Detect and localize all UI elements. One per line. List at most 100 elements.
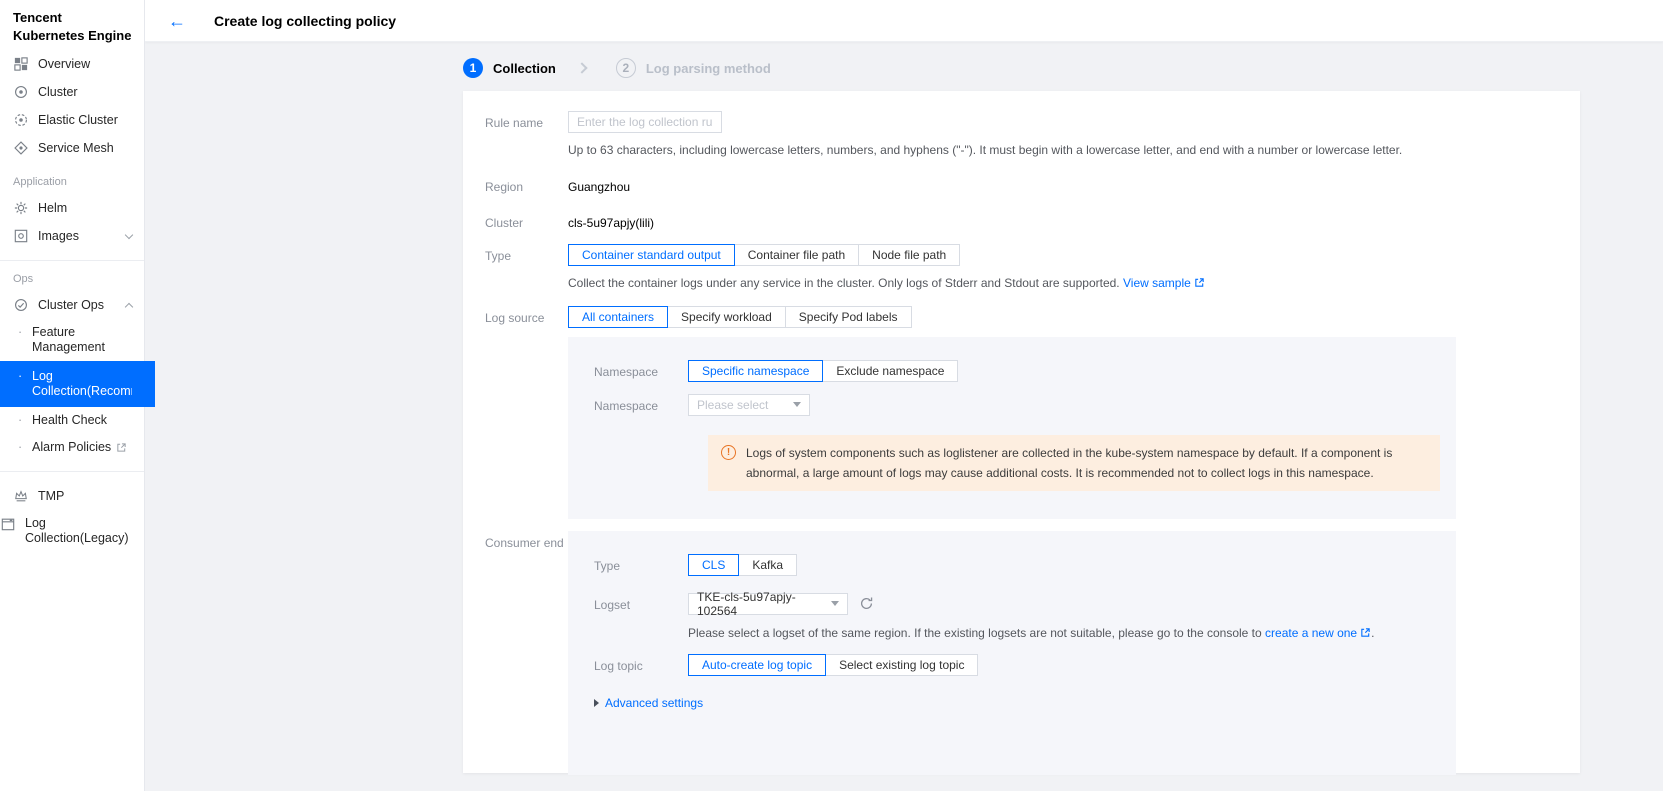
type-row: Type Container standard output Container… (485, 244, 1580, 292)
section-ops: Ops (0, 271, 144, 291)
sidebar-item-health-check[interactable]: Health Check (0, 407, 144, 434)
log-topic-label: Log topic (594, 654, 688, 673)
tab-kafka[interactable]: Kafka (739, 554, 797, 576)
rule-name-input[interactable] (568, 111, 722, 133)
sidebar-item-feature-management[interactable]: Feature Management (0, 319, 144, 361)
namespace-mode-tab-group: Specific namespace Exclude namespace (688, 360, 958, 382)
section-application: Application (0, 162, 144, 194)
product-title: Tencent Kubernetes Engine (0, 0, 144, 50)
cluster-ops-icon (13, 297, 29, 313)
caret-down-icon (831, 601, 839, 606)
tab-auto-create-log-topic[interactable]: Auto-create log topic (688, 654, 826, 676)
log-source-label: Log source (485, 306, 568, 325)
elastic-cluster-icon (13, 112, 29, 128)
consumer-panel: Type CLS Kafka Logset (568, 531, 1456, 775)
sidebar-item-images[interactable]: Images (0, 222, 144, 250)
region-label: Region (485, 179, 568, 194)
namespace-select-placeholder: Please select (697, 398, 768, 412)
sidebar-divider (0, 260, 144, 261)
cluster-icon (13, 84, 29, 100)
logset-select[interactable]: TKE-cls-5u97apjy-102564 (688, 593, 848, 615)
namespace-mode-label: Namespace (594, 360, 688, 379)
content-area: 1 Collection 2 Log parsing method Rule n… (145, 42, 1663, 791)
type-hint-text: Collect the container logs under any ser… (568, 276, 1123, 290)
sidebar-item-label: Alarm Policies (32, 440, 111, 455)
sidebar-item-cluster-ops[interactable]: Cluster Ops (0, 291, 144, 319)
tab-select-existing-log-topic[interactable]: Select existing log topic (826, 654, 978, 676)
sidebar-item-alarm-policies[interactable]: Alarm Policies (0, 434, 144, 461)
sidebar-item-label: Cluster Ops (38, 298, 104, 312)
tab-container-standard-output[interactable]: Container standard output (568, 244, 735, 266)
service-mesh-icon (13, 140, 29, 156)
log-source-tab-group: All containers Specify workload Specify … (568, 306, 1580, 328)
tab-specific-namespace[interactable]: Specific namespace (688, 360, 823, 382)
logset-hint-suffix: . (1371, 626, 1374, 640)
advanced-settings-label: Advanced settings (605, 696, 703, 710)
log-topic-tab-group: Auto-create log topic Select existing lo… (688, 654, 978, 676)
sidebar-item-label: Images (38, 229, 79, 243)
consumer-type-tab-group: CLS Kafka (688, 554, 797, 576)
sidebar-item-label: Log Collection(Legacy) (25, 516, 120, 546)
form-card: Rule name Up to 63 characters, including… (463, 91, 1580, 773)
sidebar-item-service-mesh[interactable]: Service Mesh (0, 134, 144, 162)
overview-grid-icon (13, 56, 29, 72)
namespace-select-row: Namespace Please select (594, 394, 1456, 416)
step-number: 2 (616, 58, 636, 78)
step-label: Collection (493, 61, 556, 76)
advanced-settings-toggle[interactable]: Advanced settings (594, 696, 1456, 710)
tab-specify-pod-labels[interactable]: Specify Pod labels (786, 306, 912, 328)
namespace-select-label: Namespace (594, 394, 688, 413)
sidebar-item-elastic-cluster[interactable]: Elastic Cluster (0, 106, 144, 134)
tab-all-containers[interactable]: All containers (568, 306, 668, 328)
page-header: ← Create log collecting policy (145, 0, 1663, 42)
logset-hint: Please select a logset of the same regio… (688, 625, 1374, 642)
sidebar-item-label: Elastic Cluster (38, 113, 118, 127)
tab-node-file-path[interactable]: Node file path (859, 244, 960, 266)
page: Tencent Kubernetes Engine Overview Clust… (0, 0, 1663, 791)
rule-name-label: Rule name (485, 111, 568, 130)
namespace-select[interactable]: Please select (688, 394, 810, 416)
step-collection: 1 Collection (463, 58, 556, 78)
main-area: ← Create log collecting policy 1 Collect… (145, 0, 1663, 791)
sidebar-item-overview[interactable]: Overview (0, 50, 144, 78)
log-legacy-icon (0, 516, 16, 532)
helm-icon (13, 200, 29, 216)
triangle-right-icon (594, 699, 599, 707)
logset-hint-prefix: Please select a logset of the same regio… (688, 626, 1265, 640)
logset-select-value: TKE-cls-5u97apjy-102564 (697, 590, 821, 618)
back-arrow-icon[interactable]: ← (168, 12, 186, 30)
wizard-steps: 1 Collection 2 Log parsing method (463, 53, 1663, 83)
refresh-icon[interactable] (859, 593, 874, 615)
tab-specify-workload[interactable]: Specify workload (668, 306, 786, 328)
namespace-mode-row: Namespace Specific namespace Exclude nam… (594, 360, 1456, 382)
sidebar: Tencent Kubernetes Engine Overview Clust… (0, 0, 145, 791)
caret-down-icon (793, 402, 801, 407)
log-topic-row: Log topic Auto-create log topic Select e… (594, 654, 1456, 676)
tab-exclude-namespace[interactable]: Exclude namespace (823, 360, 958, 382)
view-sample-link[interactable]: View sample (1123, 276, 1191, 290)
logset-label: Logset (594, 593, 688, 612)
external-link-icon[interactable] (1360, 627, 1371, 638)
sidebar-item-label: Service Mesh (38, 141, 114, 155)
sidebar-item-log-collection-recommended[interactable]: Log Collection(Recommended) (0, 361, 155, 407)
step-number: 1 (463, 58, 483, 78)
region-row: Region Guangzhou (485, 179, 1580, 194)
region-value: Guangzhou (568, 179, 1580, 194)
sidebar-item-cluster[interactable]: Cluster (0, 78, 144, 106)
sidebar-item-helm[interactable]: Helm (0, 194, 144, 222)
external-link-icon (116, 442, 127, 453)
external-link-icon[interactable] (1194, 277, 1205, 288)
step-chevron-icon (576, 62, 587, 73)
step-label: Log parsing method (646, 61, 771, 76)
sidebar-item-label: Feature Management (32, 325, 132, 355)
warning-icon: ! (721, 445, 736, 460)
sidebar-divider (0, 471, 144, 472)
sidebar-item-log-collection-legacy[interactable]: Log Collection(Legacy) (0, 510, 144, 552)
chevron-up-icon (125, 302, 133, 310)
namespace-warning: ! Logs of system components such as logl… (708, 435, 1440, 492)
create-new-logset-link[interactable]: create a new one (1265, 626, 1357, 640)
tab-cls[interactable]: CLS (688, 554, 739, 576)
sidebar-item-tmp[interactable]: TMP (0, 482, 144, 510)
tab-container-file-path[interactable]: Container file path (735, 244, 859, 266)
step-log-parsing-method: 2 Log parsing method (616, 58, 771, 78)
